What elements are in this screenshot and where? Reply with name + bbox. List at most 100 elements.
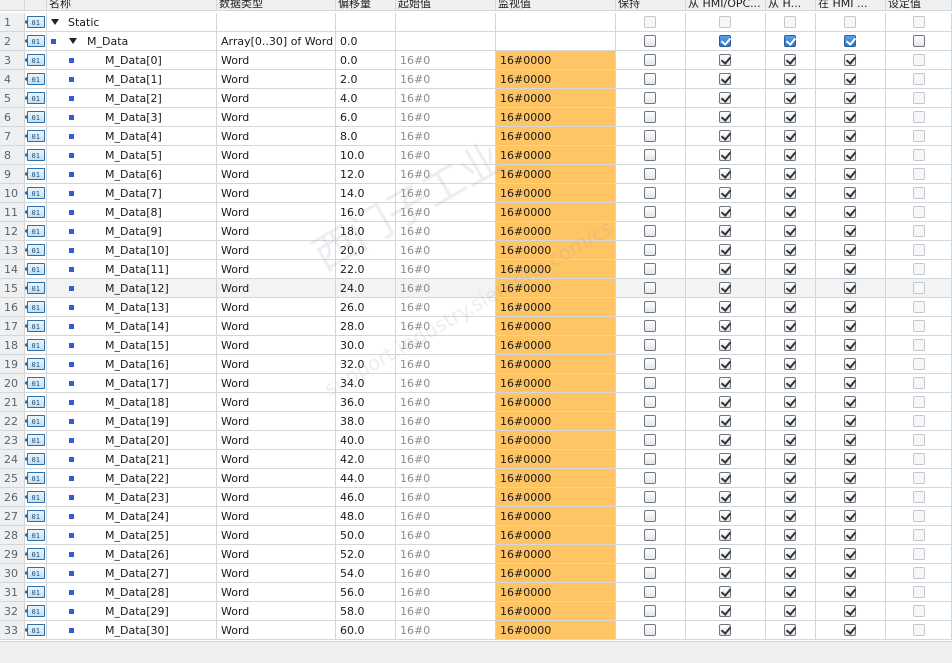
datatype-cell[interactable]: Word xyxy=(217,165,336,184)
hmi-opc-checkbox[interactable] xyxy=(719,510,731,522)
monitor-cell[interactable]: 16#0000 xyxy=(496,336,616,355)
start-cell[interactable]: 16#0 xyxy=(396,564,496,583)
start-cell[interactable]: 16#0 xyxy=(396,279,496,298)
setpoint-checkbox[interactable] xyxy=(913,301,925,313)
table-row[interactable]: 9 M_Data[6] Word12.016#016#0000 xyxy=(0,165,952,184)
retain-checkbox[interactable] xyxy=(644,168,656,180)
in-hmi-checkbox[interactable] xyxy=(844,548,856,560)
from-h-checkbox[interactable] xyxy=(784,605,796,617)
retain-checkbox[interactable] xyxy=(644,282,656,294)
monitor-cell[interactable]: 16#0000 xyxy=(496,298,616,317)
table-row[interactable]: 32 M_Data[29] Word58.016#016#0000 xyxy=(0,602,952,621)
start-cell[interactable]: 16#0 xyxy=(396,260,496,279)
datatype-cell[interactable]: Word xyxy=(217,51,336,70)
from-h-checkbox[interactable] xyxy=(784,168,796,180)
datatype-cell[interactable]: Word xyxy=(217,412,336,431)
start-cell[interactable]: 16#0 xyxy=(396,127,496,146)
datatype-cell[interactable]: Word xyxy=(217,450,336,469)
from-h-checkbox[interactable] xyxy=(784,225,796,237)
in-hmi-checkbox[interactable] xyxy=(844,453,856,465)
datatype-cell[interactable]: Word xyxy=(217,583,336,602)
datatype-cell[interactable]: Word xyxy=(217,507,336,526)
datatype-cell[interactable]: Word xyxy=(217,127,336,146)
in-hmi-checkbox[interactable] xyxy=(844,225,856,237)
hmi-opc-checkbox[interactable] xyxy=(719,149,731,161)
name-cell[interactable]: Static xyxy=(47,13,217,32)
monitor-cell[interactable]: 16#0000 xyxy=(496,545,616,564)
hmi-opc-checkbox[interactable] xyxy=(719,358,731,370)
name-cell[interactable]: M_Data[7] xyxy=(47,184,217,203)
table-row[interactable]: 14 M_Data[11] Word22.016#016#0000 xyxy=(0,260,952,279)
hmi-opc-checkbox[interactable] xyxy=(719,529,731,541)
header-from-hmi-opc[interactable]: 从 HMI/OPC... xyxy=(686,0,766,11)
start-cell[interactable]: 16#0 xyxy=(396,602,496,621)
datatype-cell[interactable]: Word xyxy=(217,89,336,108)
hmi-opc-checkbox[interactable] xyxy=(719,472,731,484)
table-row[interactable]: 15 M_Data[12] Word24.016#016#0000 xyxy=(0,279,952,298)
retain-checkbox[interactable] xyxy=(644,586,656,598)
datatype-cell[interactable]: Word xyxy=(217,184,336,203)
retain-checkbox[interactable] xyxy=(644,358,656,370)
name-cell[interactable]: M_Data[21] xyxy=(47,450,217,469)
start-cell[interactable]: 16#0 xyxy=(396,393,496,412)
monitor-cell[interactable]: 16#0000 xyxy=(496,469,616,488)
retain-checkbox[interactable] xyxy=(644,54,656,66)
retain-checkbox[interactable] xyxy=(644,529,656,541)
monitor-cell[interactable]: 16#0000 xyxy=(496,279,616,298)
retain-checkbox[interactable] xyxy=(644,263,656,275)
start-cell[interactable]: 16#0 xyxy=(396,336,496,355)
table-row-array[interactable]: 2 M_Data Array[0..30] of Word 0.0 xyxy=(0,32,952,51)
in-hmi-checkbox[interactable] xyxy=(844,206,856,218)
from-h-checkbox[interactable] xyxy=(784,282,796,294)
collapse-triangle-icon[interactable] xyxy=(69,38,77,44)
monitor-cell[interactable]: 16#0000 xyxy=(496,355,616,374)
setpoint-checkbox[interactable] xyxy=(913,472,925,484)
table-row[interactable]: 31 M_Data[28] Word56.016#016#0000 xyxy=(0,583,952,602)
table-row-static[interactable]: 1 Static xyxy=(0,13,952,32)
hmi-opc-checkbox[interactable] xyxy=(719,339,731,351)
name-cell[interactable]: M_Data[22] xyxy=(47,469,217,488)
monitor-cell[interactable]: 16#0000 xyxy=(496,203,616,222)
from-h-checkbox[interactable] xyxy=(784,472,796,484)
retain-checkbox[interactable] xyxy=(644,548,656,560)
in-hmi-checkbox[interactable] xyxy=(844,415,856,427)
hmi-opc-checkbox[interactable] xyxy=(719,491,731,503)
table-row[interactable]: 13 M_Data[10] Word20.016#016#0000 xyxy=(0,241,952,260)
from-h-checkbox[interactable] xyxy=(784,111,796,123)
retain-checkbox[interactable] xyxy=(644,624,656,636)
in-hmi-checkbox[interactable] xyxy=(844,605,856,617)
hmi-opc-checkbox[interactable] xyxy=(719,396,731,408)
name-cell[interactable]: M_Data[29] xyxy=(47,602,217,621)
name-cell[interactable]: M_Data[0] xyxy=(47,51,217,70)
datatype-cell[interactable]: Word xyxy=(217,222,336,241)
setpoint-checkbox[interactable] xyxy=(913,35,925,47)
name-cell[interactable]: M_Data[14] xyxy=(47,317,217,336)
table-row[interactable]: 6 M_Data[3] Word6.016#016#0000 xyxy=(0,108,952,127)
setpoint-checkbox[interactable] xyxy=(913,54,925,66)
in-hmi-checkbox[interactable] xyxy=(844,567,856,579)
retain-checkbox[interactable] xyxy=(644,301,656,313)
datatype-cell[interactable]: Word xyxy=(217,602,336,621)
in-hmi-checkbox[interactable] xyxy=(844,320,856,332)
from-h-checkbox[interactable] xyxy=(784,263,796,275)
from-h-checkbox[interactable] xyxy=(784,320,796,332)
table-row[interactable]: 28 M_Data[25] Word50.016#016#0000 xyxy=(0,526,952,545)
table-row[interactable]: 24 M_Data[21] Word42.016#016#0000 xyxy=(0,450,952,469)
name-cell[interactable]: M_Data[8] xyxy=(47,203,217,222)
monitor-cell[interactable]: 16#0000 xyxy=(496,260,616,279)
retain-checkbox[interactable] xyxy=(644,472,656,484)
table-row[interactable]: 21 M_Data[18] Word36.016#016#0000 xyxy=(0,393,952,412)
datatype-cell[interactable]: Word xyxy=(217,108,336,127)
name-cell[interactable]: M_Data[3] xyxy=(47,108,217,127)
name-cell[interactable]: M_Data[23] xyxy=(47,488,217,507)
retain-checkbox[interactable] xyxy=(644,92,656,104)
monitor-cell[interactable]: 16#0000 xyxy=(496,564,616,583)
in-hmi-checkbox[interactable] xyxy=(844,529,856,541)
hmi-opc-checkbox[interactable] xyxy=(719,111,731,123)
retain-checkbox[interactable] xyxy=(644,244,656,256)
monitor-cell[interactable]: 16#0000 xyxy=(496,602,616,621)
table-row[interactable]: 33 M_Data[30] Word60.016#016#0000 xyxy=(0,621,952,640)
in-hmi-checkbox[interactable] xyxy=(844,624,856,636)
in-hmi-checkbox[interactable] xyxy=(844,187,856,199)
start-cell[interactable]: 16#0 xyxy=(396,488,496,507)
